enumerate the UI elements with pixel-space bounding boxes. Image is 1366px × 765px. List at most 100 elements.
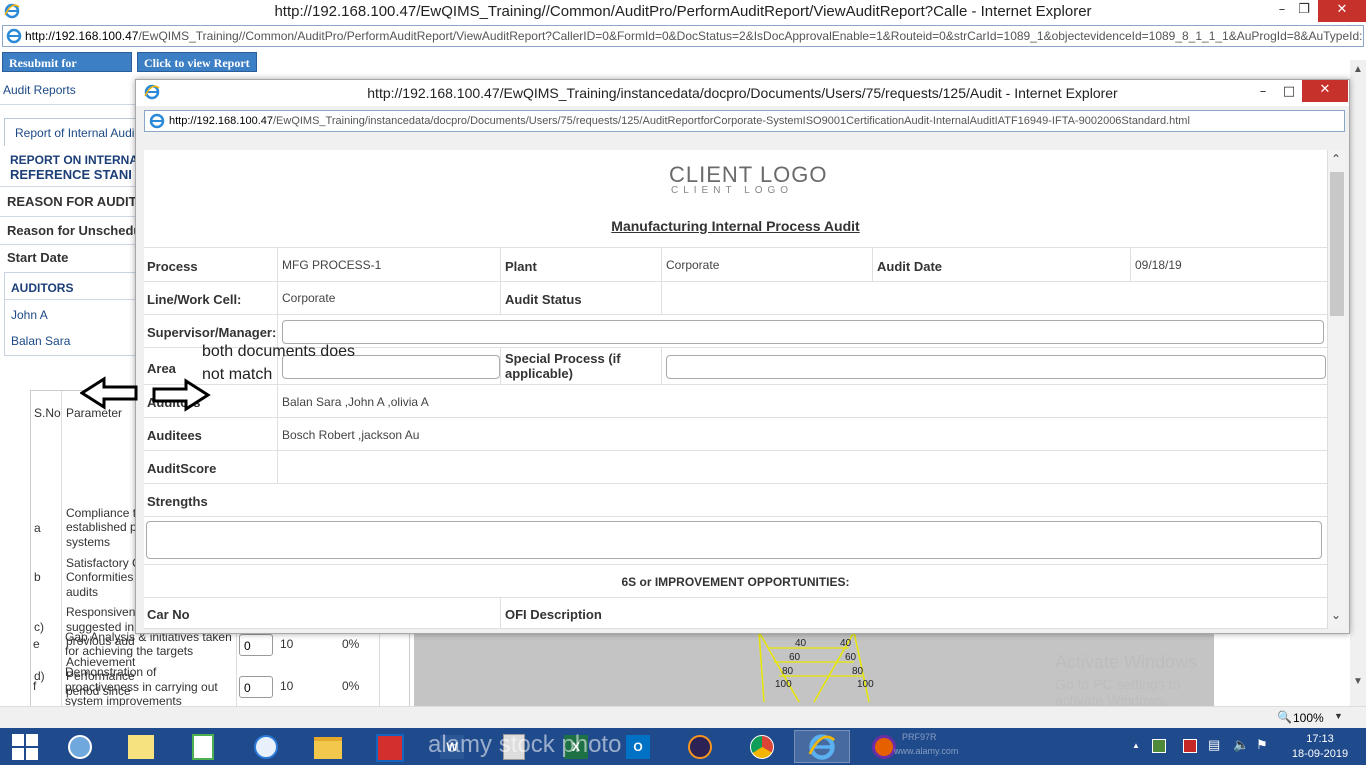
scroll-down-icon[interactable]: ▼ [1353,676,1363,687]
address-path: /EwQIMS_Training/instancedata/docpro/Doc… [272,115,1190,127]
taskbar-eclipse[interactable] [672,730,728,763]
scroll-down-icon[interactable]: ⌄ [1331,608,1341,622]
score-input[interactable]: 0 [239,676,273,698]
plant-label-cell: Plant [501,248,662,282]
supervisor-input[interactable] [282,320,1324,344]
popup-scrollbar[interactable]: ⌃ ⌄ [1327,150,1345,629]
auditors-value-cell: Balan Sara ,John A ,olivia A [278,385,1327,418]
plant-value-cell: Corporate [662,248,873,282]
param-text: proactiveness in carrying out [65,680,218,694]
outlook-icon: O [626,735,650,759]
chart-tick-label: 40 [795,638,807,649]
scroll-up-icon[interactable]: ⌃ [1331,152,1341,166]
ofi-description-label: OFI Description [505,607,602,622]
taskbar-internet-explorer[interactable] [794,730,850,763]
internet-explorer-icon [808,734,836,760]
taskbar-sticky-notes[interactable] [114,730,170,763]
popup-address-bar[interactable]: http://192.168.100.47/EwQIMS_Training/in… [144,110,1345,132]
action-center-icon[interactable]: ⚑ [1256,737,1268,753]
address-host: http://192.168.100.47 [25,29,139,43]
param-sno: c) [34,620,44,634]
internet-explorer-icon [149,113,165,129]
restore-icon[interactable]: ❐ [1290,0,1318,22]
auditor-name: Balan Sara [11,334,71,348]
view-report-button[interactable]: Click to view Report [137,52,257,72]
main-address-bar[interactable]: http://192.168.100.47/EwQIMS_Training//C… [2,25,1364,47]
document-header: CLIENT LOGO CLIENT LOGO Manufacturing In… [144,150,1327,248]
paint-icon [376,734,404,762]
taskbar-chrome[interactable] [734,730,790,763]
chart-tick-label: 40 [840,638,852,649]
safari-icon [254,735,278,759]
param-text: Conformities [66,570,134,584]
strengths-textarea[interactable] [146,521,1322,559]
car-no-label: Car No [147,607,190,622]
process-value: MFG PROCESS-1 [282,258,382,272]
stock-photo-watermark: alamy stock photo [428,731,622,758]
page-scrollbar[interactable]: ▲ ▼ [1350,60,1366,706]
right-panel [1215,632,1350,706]
auditscore-label: AuditScore [147,461,217,476]
chart-tick-label: 100 [857,679,874,690]
annotation-text: both documents does [202,343,355,360]
score-percent: 0% [342,637,360,651]
resubmit-for-approval-button[interactable]: Resubmit for Approval [2,52,132,90]
tray-app-icon[interactable] [1152,739,1166,753]
stock-photo-site: www.alamy.com [894,746,959,756]
divider [0,216,140,217]
show-hidden-icons[interactable]: ▲ [1132,741,1140,750]
scroll-up-icon[interactable]: ▲ [1353,64,1363,75]
scrollbar-thumb[interactable] [1330,172,1344,316]
divider [0,104,140,105]
tray-app-icon[interactable] [1183,739,1197,753]
score-input[interactable]: 0 [239,634,273,656]
notepad-icon [192,734,214,760]
volume-icon[interactable]: 🔈 [1233,737,1249,753]
taskbar-control-panel[interactable] [52,730,108,763]
tab-label: Report of Internal Audi [15,126,135,140]
zoom-icon[interactable]: 🔍 [1277,710,1292,724]
taskbar-safari[interactable] [238,730,294,763]
windows-logo-icon [12,734,38,760]
tab-report-internal-audit[interactable]: Report of Internal Audi [4,118,144,146]
address-host: http://192.168.100.47 [169,115,273,127]
minimize-icon[interactable]: – [1251,82,1275,104]
clock-time[interactable]: 17:13 [1290,733,1350,745]
annotation-text: not match [202,366,273,383]
folder-icon [314,737,342,759]
max-score: 10 [280,637,294,651]
close-icon[interactable]: ✕ [1302,80,1348,102]
process-label-cell: Process [144,248,278,282]
reference-heading: REFERENCE STANI [10,167,132,182]
right-arrow-icon [152,378,211,412]
taskbar-paint[interactable] [362,730,418,763]
taskbar-file-explorer[interactable] [300,730,356,763]
special-process-input[interactable] [666,355,1326,379]
clock-date[interactable]: 18-09-2019 [1290,748,1350,760]
chart-tick-label: 100 [775,679,792,690]
param-text: Demonstration of [65,665,157,679]
audit-reports-link[interactable]: Audit Reports [3,83,76,97]
param-text: established p [66,520,137,534]
zoom-dropdown-icon[interactable]: ▼ [1334,711,1343,721]
start-button[interactable] [0,730,50,763]
supervisor-label: Supervisor/Manager: [147,325,277,340]
auditees-value: Bosch Robert ,jackson Au [282,428,420,442]
audit-date-value-cell: 09/18/19 [1131,248,1327,282]
param-text: Responsiven [66,605,136,619]
chart-tick-label: 80 [852,666,864,677]
address-path: /EwQIMS_Training//Common/AuditPro/Perfor… [138,29,1363,43]
taskbar-notepad[interactable] [176,730,232,763]
auditscore-value-cell [278,451,1327,484]
auditors-heading: AUDITORS [11,281,74,295]
maximize-icon[interactable]: □ [1277,82,1301,104]
zoom-level[interactable]: 100% [1293,711,1324,725]
auditees-label: Auditees [147,428,202,443]
chart-tick-label: 80 [782,666,794,677]
audit-status-label: Audit Status [505,292,582,307]
param-sno: b [34,570,41,584]
divider [0,244,140,245]
network-icon[interactable]: ▤ [1208,737,1220,753]
close-icon[interactable]: ✕ [1318,0,1366,22]
ofi-label-cell: OFI Description [501,598,1327,629]
